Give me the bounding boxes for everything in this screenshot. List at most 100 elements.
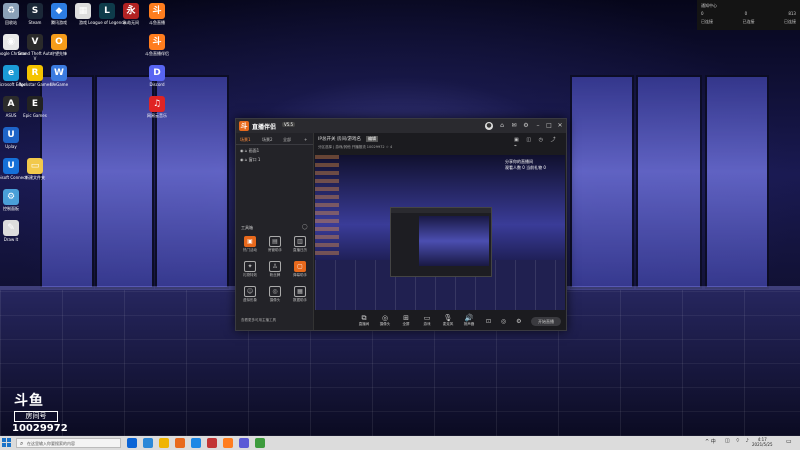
wallpaper-window-pane [636, 75, 702, 289]
bottom-toolbar-button[interactable]: ⊞ 全屏 [396, 314, 416, 327]
tab-scene-2[interactable]: 场景2 [262, 137, 273, 143]
tool-item[interactable]: ▣ 热门活动 [239, 236, 261, 252]
taskbar-app-icon[interactable] [127, 438, 137, 448]
bottom-toolbar-button[interactable]: 🎙 麦克风 [438, 314, 458, 327]
nested-titlebar [391, 208, 491, 213]
desktop-icon[interactable]: U Uplay [0, 127, 30, 149]
more-tools-link[interactable]: 查看更多可用主播工具 [241, 318, 276, 323]
desktop-icon-label: 斗鱼直播伴侣 [145, 51, 169, 56]
notification-status: 已连接 [701, 19, 713, 24]
desktop-app-icon: 永 [123, 3, 139, 19]
title-bar[interactable]: 斗 直播伴侣 V5.5 ● ⌂ ✉ ⚙ – □ ✕ [236, 119, 566, 133]
tool-icon: ♙ [269, 261, 281, 272]
desktop-icon[interactable]: ♫ 网易云音乐 [138, 96, 176, 118]
taskbar-app-icon[interactable] [143, 438, 153, 448]
clock-date: 2021/5/25 [752, 442, 773, 447]
douyu-watermark-logo: 斗鱼 [14, 393, 44, 409]
windows-logo-icon [2, 438, 6, 442]
avatar-icon[interactable]: ● [485, 122, 493, 130]
taskbar-app-icon[interactable] [239, 438, 249, 448]
maximize-icon[interactable]: □ [545, 122, 553, 130]
tool-icon: ✦ [244, 261, 256, 272]
bottom-toolbar-button[interactable]: 🔊 扬声器 [459, 314, 479, 327]
taskbar-app-icon[interactable] [175, 438, 185, 448]
toolbar-button-label: 直播间 [358, 322, 370, 326]
close-icon[interactable]: ✕ [556, 122, 564, 130]
scene-item[interactable]: ◉ ⌂ 画面1 [240, 148, 259, 154]
tool-label: 弹幕助手 [293, 273, 307, 277]
shirt-icon[interactable]: ⌂ [498, 122, 506, 130]
bottom-toolbar-button[interactable]: ◎ 摄像头 [375, 314, 395, 327]
room-number-label: 房间号 [14, 411, 58, 422]
desktop-app-icon: ♫ [149, 96, 165, 112]
room-info-row[interactable]: 分区选择 | 游戏/其他 开播推流 10029972 ☆ 4 [318, 145, 392, 150]
overlay-line: 观看人数 0 当前礼物 0 [505, 165, 546, 170]
bottom-toolbar-button[interactable]: ▭ 游戏 [417, 314, 437, 327]
app-window[interactable]: 斗 直播伴侣 V5.5 ● ⌂ ✉ ⚙ – □ ✕ 场景1 场景2 全部 + ◉… [235, 118, 567, 331]
system-tray[interactable]: ^ 中 [705, 438, 716, 445]
desktop-app-icon: ⚙ [3, 189, 19, 205]
tool-item[interactable]: ✦ 礼物特效 [239, 261, 261, 277]
app-logo-icon: 斗 [239, 121, 249, 131]
divider [236, 144, 313, 145]
taskbar-app-icon[interactable] [191, 438, 201, 448]
desktop-icon-label: 控制面板 [3, 206, 19, 211]
desktop-app-icon: D [149, 65, 165, 81]
add-scene-icon[interactable]: + [304, 137, 307, 142]
room-title[interactable]: IP总开关 房间/游戏名 [318, 136, 361, 142]
notification-icon[interactable]: ▭ [786, 438, 792, 445]
desktop-icon[interactable]: 斗斗鱼直播伴侣 [138, 34, 176, 56]
bottom-toolbar-button[interactable]: ⧉ 直播间 [354, 314, 374, 327]
tray-icons[interactable]: ◫ ⌔ ♪ [725, 438, 751, 444]
toolbox-title: 工具箱 [241, 225, 253, 230]
desktop-icon[interactable]: D Discord [138, 65, 176, 87]
record-settings-icons[interactable]: ⊡ ◎ ⚙ [486, 318, 525, 325]
tool-label: 热门活动 [243, 248, 257, 252]
tool-item[interactable]: ♙ 粉丝牌 [264, 261, 286, 277]
tool-item[interactable]: ▦ 数据助手 [289, 286, 311, 302]
nested-window-preview [390, 207, 492, 277]
desktop-icon[interactable]: 斗斗鱼直播 [138, 3, 176, 25]
toolbar-button-label: 游戏 [423, 322, 431, 326]
start-live-button[interactable]: 开始直播 [531, 317, 561, 326]
system-clock[interactable]: 4:17 2021/5/25 [752, 437, 773, 447]
taskbar-app-icon[interactable] [223, 438, 233, 448]
desktop-icon-label: Epic Games [23, 113, 47, 118]
windows-logo-icon [7, 438, 11, 442]
tool-item[interactable]: ▤ 房管助手 [264, 236, 286, 252]
desktop-icon[interactable]: E Epic Games [16, 96, 54, 118]
start-button[interactable] [2, 438, 12, 448]
desktop-icon[interactable]: ⚙ 控制面板 [0, 189, 30, 211]
taskbar-app-icon[interactable] [159, 438, 169, 448]
taskbar-app-icon[interactable] [207, 438, 217, 448]
notification-panel[interactable]: 通知中心 0 0 813 已连接 已连接 已连接 [697, 0, 800, 30]
desktop-icon[interactable]: O 守望先锋 [40, 34, 78, 56]
desktop-icon[interactable]: ✎ Draw It [0, 220, 30, 242]
desktop-icon[interactable]: W WeGame [40, 65, 78, 87]
taskbar-app-icon[interactable] [255, 438, 265, 448]
header-action-icons[interactable]: ▣ ◫ ◷ ⤴ ⌁ [514, 136, 566, 149]
tool-item[interactable]: ◎ 摄像头 [264, 286, 286, 302]
tool-label: 数据助手 [293, 298, 307, 302]
toolbar-button-label: 麦克风 [442, 322, 454, 326]
tab-scene-1[interactable]: 场景1 [240, 137, 251, 143]
taskbar-search-box[interactable]: ⌕ 在这里输入你要搜索的内容 [16, 438, 121, 448]
settings-icon[interactable]: ⚙ [522, 122, 530, 130]
tab-all[interactable]: 全部 [283, 137, 291, 143]
app-title: 直播伴侣 [252, 124, 277, 131]
tool-item[interactable]: ▥ 直播日历 [289, 236, 311, 252]
desktop-app-icon: W [51, 65, 67, 81]
minimize-icon[interactable]: – [534, 122, 542, 130]
version-badge[interactable]: V5.5 [282, 122, 296, 127]
mail-icon[interactable]: ✉ [510, 122, 518, 130]
room-edit-button[interactable]: 编辑 [366, 136, 378, 142]
tool-item[interactable]: ☺ 虚拟形象 [239, 286, 261, 302]
desktop-app-icon: E [27, 96, 43, 112]
desktop-icon[interactable]: ▭ 新建文件夹 [16, 158, 54, 180]
desktop-icon-label: 新建文件夹 [25, 175, 45, 180]
windows-logo-icon [7, 443, 11, 447]
tool-item[interactable]: ▢ 弹幕助手 [289, 261, 311, 277]
stream-preview[interactable]: 分享你的直播间 观看人数 0 当前礼物 0 [315, 155, 565, 310]
toolbox-settings-icon[interactable]: ◯ [302, 224, 308, 230]
scene-item[interactable]: ◉ ⌂ 窗口 1 [240, 157, 260, 163]
